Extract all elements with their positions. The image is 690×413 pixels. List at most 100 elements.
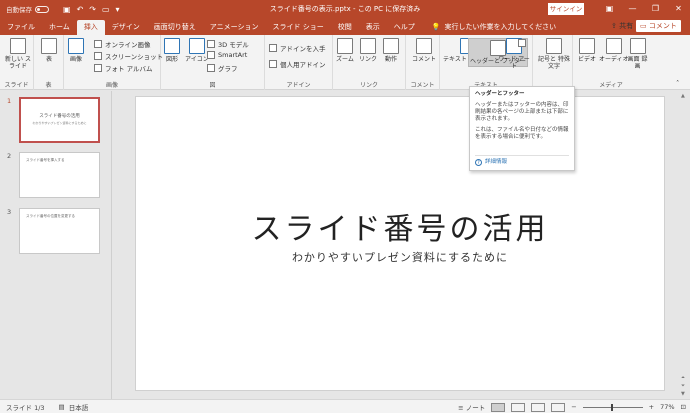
table-button[interactable]: 表 (41, 38, 57, 63)
slide-canvas[interactable]: スライド番号の活用 わかりやすいプレゼン資料にするために (135, 96, 665, 391)
table-icon (41, 38, 57, 54)
vertical-scrollbar[interactable]: ▲ ⏶ ⏷ ▼ (679, 91, 690, 399)
zoom-in-icon[interactable]: + (649, 403, 654, 411)
thumbnail-subtitle: わかりやすいプレゼン資料にするために (32, 121, 87, 125)
signin-button[interactable]: サインイン (548, 3, 584, 15)
new-slide-icon (10, 38, 26, 54)
slide-subtitle[interactable]: わかりやすいプレゼン資料にするために (136, 249, 664, 265)
tab-transitions[interactable]: 画面切り替え (147, 20, 203, 35)
next-slide-icon[interactable]: ⏷ (681, 383, 685, 389)
link-label: リンク (359, 56, 378, 63)
screenshot-label: スクリーンショット (105, 53, 164, 61)
picture-icon (68, 38, 84, 54)
collapse-ribbon-button[interactable]: ˄ (676, 79, 679, 87)
scroll-down-icon[interactable]: ▼ (681, 391, 685, 397)
group-comments: コメント コメント (406, 35, 440, 90)
group-label-links: リンク (359, 82, 378, 89)
tab-help[interactable]: ヘルプ (387, 20, 422, 35)
normal-view-button[interactable] (491, 402, 506, 412)
3d-model-button[interactable]: 3D モデル (207, 39, 249, 49)
comment-label: コメント (648, 22, 677, 30)
thumbnail-number: 2 (7, 152, 12, 160)
tell-me-search[interactable]: 💡 実行したい作業を入力してください (432, 20, 556, 35)
comment-button[interactable]: ▭ コメント (636, 20, 681, 32)
fit-slide-icon[interactable]: ⊡ (681, 403, 686, 411)
status-bar: スライド 1/3 ▤ 日本語 ≡ ノート − + 77% ⊡ (0, 399, 690, 413)
undo-icon[interactable]: ↶ (77, 5, 84, 14)
thumbnail-slide-1[interactable]: スライド番号の活用 わかりやすいプレゼン資料にするために (19, 97, 100, 143)
3d-model-icon (207, 40, 215, 48)
tab-review[interactable]: 校閲 (331, 20, 359, 35)
video-button[interactable]: ビデオ (578, 38, 596, 63)
get-addins-button[interactable]: アドインを入手 (269, 43, 326, 53)
tell-me-text: 実行したい作業を入力してください (444, 23, 557, 31)
action-button[interactable]: 動作 (383, 38, 399, 63)
slideshow-button[interactable] (551, 402, 566, 412)
ribbon: 新しい スライド スライド 表 表 画像 オンライン画像 スクリーンショット フ… (0, 35, 690, 90)
shapes-button[interactable]: 図形 (164, 38, 180, 63)
action-icon (383, 38, 399, 54)
screen-recording-label: 画面 録画 (627, 56, 648, 70)
slide-title[interactable]: スライド番号の活用 (136, 204, 664, 248)
help-icon: ? (475, 159, 482, 166)
wordart-label: ワード アート (498, 56, 530, 70)
thumbnail-slide-2[interactable]: スライド番号を挿入する (19, 152, 100, 198)
zoom-slider[interactable] (582, 403, 643, 411)
smartart-button[interactable]: SmartArt (207, 51, 247, 59)
picture-button[interactable]: 画像 (68, 38, 84, 63)
action-label: 動作 (384, 56, 397, 63)
comment-ribbon-button[interactable]: コメント (412, 38, 436, 63)
tooltip-more-info-link[interactable]: ? 詳細情報 (475, 155, 569, 166)
close-icon[interactable]: ✕ (667, 0, 690, 18)
redo-icon[interactable]: ↷ (89, 5, 96, 14)
zoom-button[interactable]: ズーム (336, 38, 354, 63)
language-indicator[interactable]: 日本語 (69, 402, 89, 412)
tab-home[interactable]: ホーム (42, 20, 77, 35)
tab-animations[interactable]: アニメーション (203, 20, 266, 35)
reading-view-button[interactable] (531, 402, 546, 412)
previous-slide-icon[interactable]: ⏶ (681, 375, 685, 381)
thumbnail-slide-3[interactable]: スライド番号の位置を変更する (19, 208, 100, 254)
online-picture-button[interactable]: オンライン画像 (94, 39, 151, 49)
screen-recording-button[interactable]: 画面 録画 (626, 38, 649, 70)
autosave-switch[interactable] (35, 5, 49, 13)
share-button[interactable]: ⇪ 共有 (611, 20, 633, 32)
smartart-icon (207, 51, 215, 59)
minimize-icon[interactable]: — (621, 0, 644, 18)
link-button[interactable]: リンク (359, 38, 377, 63)
autosave-toggle[interactable]: 自動保存 (6, 4, 49, 14)
spellcheck-icon[interactable]: ▤ (59, 403, 65, 411)
present-icon[interactable]: ▭ (102, 5, 110, 14)
tab-file[interactable]: ファイル (0, 20, 42, 35)
tooltip-link-label: 詳細情報 (485, 159, 508, 165)
symbols-button[interactable]: 記号と 特殊文字 (536, 38, 572, 70)
save-icon[interactable]: ▣ (63, 5, 71, 14)
tab-design[interactable]: デザイン (105, 20, 147, 35)
new-slide-label: 新しい スライド (5, 56, 31, 70)
shapes-icon (164, 38, 180, 54)
comment-icon: ▭ (640, 22, 647, 30)
zoom-out-icon[interactable]: − (571, 403, 576, 411)
wordart-button[interactable]: ワード アート (496, 38, 532, 70)
notes-button[interactable]: ≡ ノート (458, 402, 485, 412)
scroll-up-icon[interactable]: ▲ (681, 93, 685, 99)
maximize-icon[interactable]: ❐ (644, 0, 667, 18)
icons-button[interactable]: アイコン (185, 38, 209, 63)
customize-icon[interactable]: ▾ (116, 5, 120, 14)
screenshot-button[interactable]: スクリーンショット (94, 51, 163, 61)
tab-insert[interactable]: 挿入 (76, 20, 105, 35)
new-slide-button[interactable]: 新しい スライド (3, 38, 33, 70)
ribbon-display-icon[interactable]: ▣ (598, 0, 621, 18)
my-addins-button[interactable]: 個人用アドイン (269, 59, 326, 69)
thumbnail-number: 3 (7, 208, 12, 216)
tab-view[interactable]: 表示 (359, 20, 387, 35)
slide-sorter-button[interactable] (511, 402, 526, 412)
link-icon (360, 38, 376, 54)
photo-album-button[interactable]: フォト アルバム (94, 63, 153, 73)
tab-slideshow[interactable]: スライド ショー (266, 20, 331, 35)
zoom-level[interactable]: 77% (660, 403, 674, 411)
audio-button[interactable]: オーディオ (599, 38, 629, 63)
icons-icon (188, 38, 205, 54)
text-more-button[interactable] (518, 39, 526, 47)
chart-button[interactable]: グラフ (207, 63, 238, 73)
